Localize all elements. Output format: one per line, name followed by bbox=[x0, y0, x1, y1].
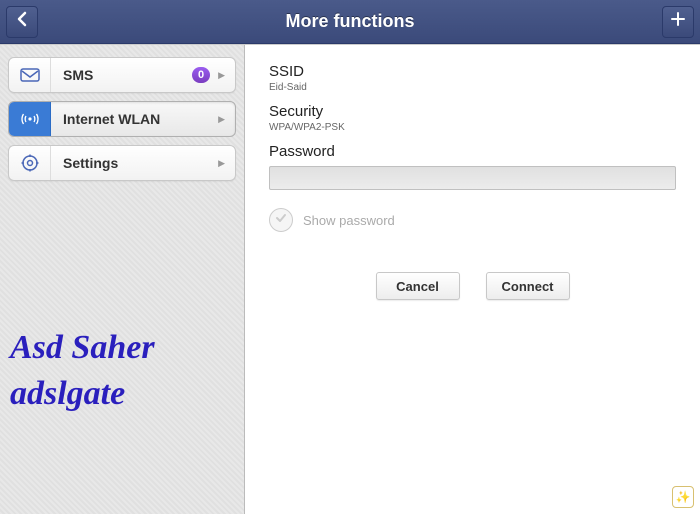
show-password-toggle[interactable] bbox=[269, 208, 293, 232]
chevron-right-icon: ▶ bbox=[218, 114, 225, 125]
content-panel: SSID Eid-Said Security WPA/WPA2-PSK Pass… bbox=[245, 45, 700, 514]
chevron-left-icon bbox=[16, 11, 28, 32]
sparkle-icon: ✨ bbox=[676, 490, 691, 504]
watermark-text: Asd Saher adslgate bbox=[10, 325, 155, 417]
sidebar: SMS 0 ▶ Internet WLAN ▶ Settings ▶ Asd S… bbox=[0, 45, 245, 514]
plus-icon bbox=[670, 11, 686, 32]
ssid-value: Eid-Said bbox=[269, 82, 676, 93]
password-label: Password bbox=[269, 143, 676, 160]
security-label: Security bbox=[269, 103, 676, 120]
sms-badge: 0 bbox=[192, 67, 210, 83]
button-row: Cancel Connect bbox=[269, 272, 676, 300]
sidebar-item-label: Settings bbox=[51, 155, 218, 171]
sidebar-item-settings[interactable]: Settings ▶ bbox=[8, 145, 236, 181]
check-icon bbox=[274, 211, 288, 230]
body: SMS 0 ▶ Internet WLAN ▶ Settings ▶ Asd S… bbox=[0, 44, 700, 514]
show-password-row: Show password bbox=[269, 208, 676, 232]
sidebar-item-label: Internet WLAN bbox=[51, 111, 218, 127]
add-button[interactable] bbox=[662, 6, 694, 38]
cancel-button[interactable]: Cancel bbox=[376, 272, 460, 300]
sidebar-item-internet-wlan[interactable]: Internet WLAN ▶ bbox=[8, 101, 236, 137]
sidebar-item-label: SMS bbox=[51, 67, 192, 83]
password-input[interactable] bbox=[269, 166, 676, 190]
back-button[interactable] bbox=[6, 6, 38, 38]
page-title: More functions bbox=[38, 11, 662, 32]
corner-widget[interactable]: ✨ bbox=[672, 486, 694, 508]
sidebar-item-sms[interactable]: SMS 0 ▶ bbox=[8, 57, 236, 93]
chevron-right-icon: ▶ bbox=[218, 158, 225, 169]
show-password-label: Show password bbox=[303, 213, 395, 228]
connect-button[interactable]: Connect bbox=[486, 272, 570, 300]
security-value: WPA/WPA2-PSK bbox=[269, 122, 676, 133]
wifi-icon bbox=[9, 102, 51, 136]
chevron-right-icon: ▶ bbox=[218, 70, 225, 81]
header-bar: More functions bbox=[0, 0, 700, 44]
envelope-icon bbox=[9, 58, 51, 92]
gear-icon bbox=[9, 146, 51, 180]
ssid-label: SSID bbox=[269, 63, 676, 80]
